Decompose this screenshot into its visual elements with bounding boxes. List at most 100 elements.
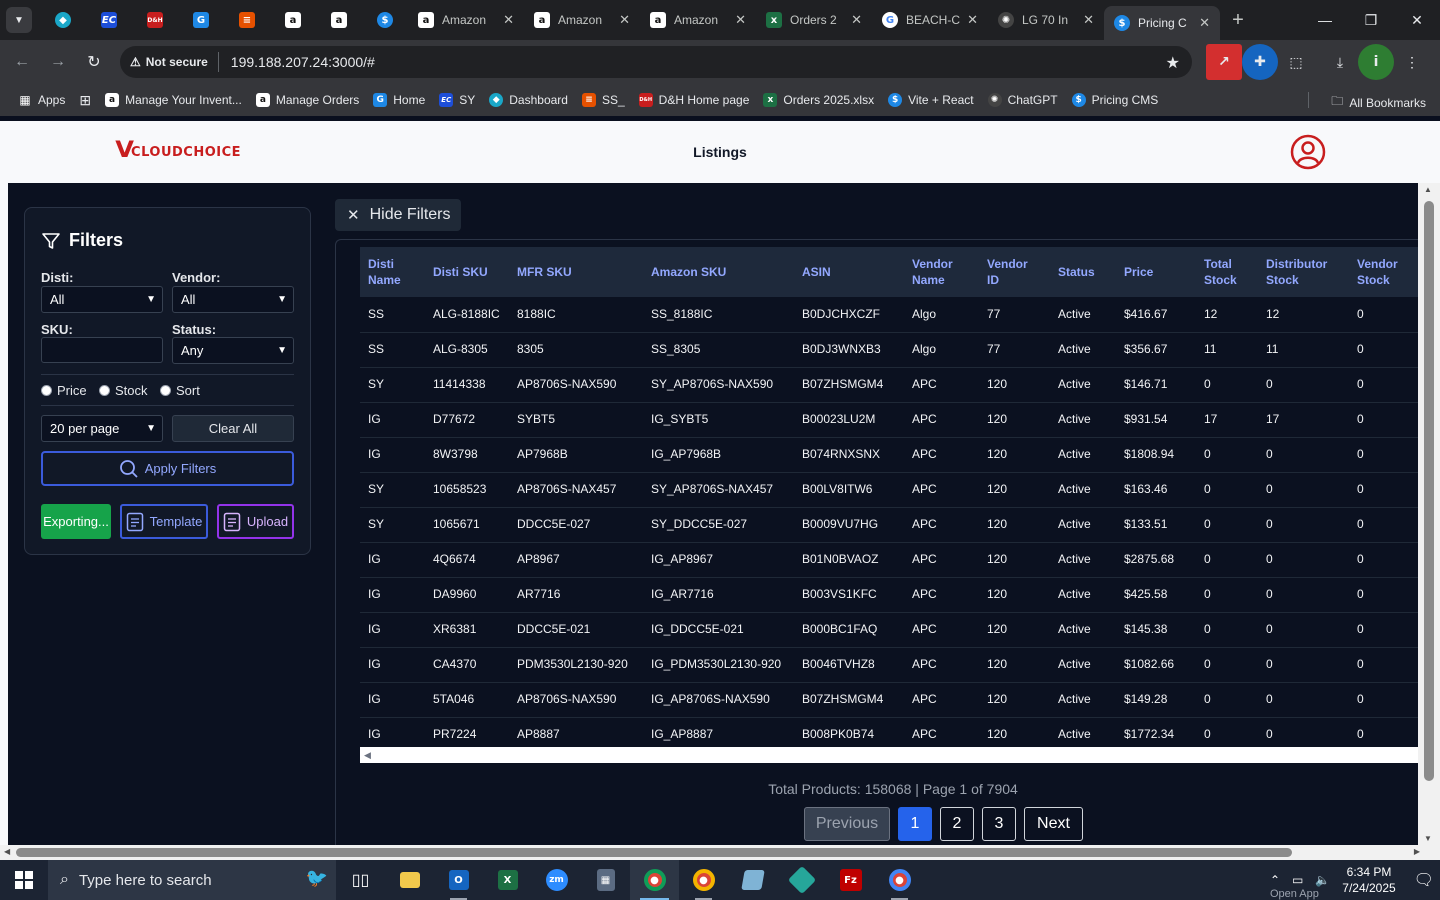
all-bookmarks[interactable]: 🗀 All Bookmarks: [1331, 92, 1426, 113]
security-indicator[interactable]: ⚠ Not secure: [130, 52, 219, 72]
chevron-up-icon[interactable]: ⌃: [1270, 873, 1280, 887]
volume-icon[interactable]: 🔈: [1315, 873, 1330, 887]
clear-all-button[interactable]: Clear All: [172, 415, 294, 442]
upload-button[interactable]: Upload: [217, 504, 294, 539]
browser-tab[interactable]: x Orders 2 ✕: [756, 0, 872, 40]
page-button-current[interactable]: 1: [898, 807, 932, 841]
table-horizontal-scrollbar[interactable]: ◀: [360, 747, 1425, 763]
close-icon[interactable]: ✕: [967, 12, 978, 28]
network-icon[interactable]: ▭: [1292, 873, 1303, 887]
browser-tab-active[interactable]: $ Pricing C ✕: [1104, 6, 1220, 40]
per-page-select[interactable]: 20 per page ▼: [41, 415, 163, 442]
chrome-app-icon[interactable]: ●: [875, 860, 924, 900]
close-icon[interactable]: ✕: [1199, 15, 1210, 31]
start-button[interactable]: [0, 860, 48, 900]
page-button[interactable]: 2: [940, 807, 974, 841]
bookmark-item[interactable]: x Orders 2025.xlsx: [763, 93, 874, 107]
pinned-tab[interactable]: a: [270, 0, 316, 40]
apply-filters-button[interactable]: Apply Filters: [41, 451, 294, 486]
reload-icon[interactable]: ↻: [76, 44, 112, 80]
puzzle-icon[interactable]: ⬚: [1278, 44, 1314, 80]
bookmark-item[interactable]: $ Pricing CMS: [1071, 93, 1158, 107]
table-row[interactable]: IG DA9960 AR7716 IG_AR7716 B003VS1KFC APC 120 A…: [360, 577, 1426, 612]
export-button[interactable]: Exporting...: [41, 504, 111, 539]
browser-tab[interactable]: ✺ LG 70 In ✕: [988, 0, 1104, 40]
taskbar-search[interactable]: ⌕ Type here to search 🐦: [48, 860, 336, 900]
scroll-right-icon[interactable]: ▶: [1414, 847, 1420, 856]
table-row[interactable]: SS ALG-8188IC 8188IC SS_8188IC B0DJCHXCZF Alg…: [360, 297, 1426, 332]
profile-icon[interactable]: i: [1358, 44, 1394, 80]
new-tab-icon[interactable]: +: [1220, 9, 1256, 32]
hide-filters-button[interactable]: ✕ Hide Filters: [335, 199, 461, 231]
table-row[interactable]: IG 5TA046 AP8706S-NAX590 IG_AP8706S-NAX590 B…: [360, 682, 1426, 717]
table-row[interactable]: IG PR7224 AP8887 IG_AP8887 B008PK0B74 APC 120 A…: [360, 717, 1426, 747]
bookmark-item[interactable]: ◆ Dashboard: [489, 93, 568, 107]
table-row[interactable]: IG 8W3798 AP7968B IG_AP7968B B074RNXSNX APC 12…: [360, 437, 1426, 472]
pinned-tab[interactable]: ≡: [224, 0, 270, 40]
close-icon[interactable]: ✕: [851, 12, 862, 28]
app-icon[interactable]: [728, 860, 777, 900]
browser-tab[interactable]: a Amazon ✕: [524, 0, 640, 40]
status-select[interactable]: Any ▼: [172, 337, 294, 364]
column-header[interactable]: Total Stock: [1196, 247, 1258, 297]
column-header[interactable]: Status: [1050, 247, 1116, 297]
column-header[interactable]: Vendor Stock: [1349, 247, 1426, 297]
page-horizontal-scrollbar[interactable]: ◀ ▶: [0, 845, 1440, 860]
close-icon[interactable]: ✕: [735, 12, 746, 28]
outlook-icon[interactable]: O: [434, 860, 483, 900]
scroll-left-icon[interactable]: ◀: [364, 750, 371, 761]
back-icon[interactable]: ←: [4, 44, 40, 80]
apps-launcher-icon[interactable]: ⊞: [79, 92, 91, 109]
page-vertical-scrollbar[interactable]: ▲ ▼: [1418, 183, 1440, 845]
column-header[interactable]: Price: [1116, 247, 1196, 297]
column-header[interactable]: Disti Name: [360, 247, 425, 297]
column-header[interactable]: Amazon SKU: [643, 247, 794, 297]
notification-icon[interactable]: 🗨: [1414, 870, 1434, 890]
browser-tab[interactable]: a Amazon ✕: [640, 0, 756, 40]
minimize-icon[interactable]: —: [1302, 0, 1348, 40]
excel-taskbar-icon[interactable]: X: [483, 860, 532, 900]
pinned-tab[interactable]: $: [362, 0, 408, 40]
restore-icon[interactable]: ❐: [1348, 0, 1394, 40]
template-button[interactable]: Template: [120, 504, 208, 539]
disti-select[interactable]: All ▼: [41, 286, 163, 313]
bookmark-item[interactable]: G Home: [373, 93, 425, 107]
download-icon[interactable]: ⤓: [1322, 44, 1358, 80]
extension-icon[interactable]: ✚: [1242, 44, 1278, 80]
url-text[interactable]: 199.188.207.24:3000/#: [231, 54, 375, 70]
zoom-icon[interactable]: zm: [532, 860, 581, 900]
address-bar[interactable]: ⚠ Not secure 199.188.207.24:3000/# ★: [120, 46, 1192, 78]
column-header[interactable]: Disti SKU: [425, 247, 509, 297]
chrome-profile-icon[interactable]: ●: [679, 860, 728, 900]
pinned-tab[interactable]: ◆: [40, 0, 86, 40]
browser-tab[interactable]: G BEACH-C ✕: [872, 0, 988, 40]
previous-page-button[interactable]: Previous: [804, 807, 890, 841]
calculator-icon[interactable]: ▦: [581, 860, 630, 900]
next-page-button[interactable]: Next: [1024, 807, 1083, 841]
bookmark-item[interactable]: ✺ ChatGPT: [987, 93, 1058, 107]
bookmark-star-icon[interactable]: ★: [1166, 53, 1180, 73]
bookmark-item[interactable]: a Manage Orders: [255, 93, 359, 107]
filezilla-icon[interactable]: Fz: [826, 860, 875, 900]
bookmark-apps[interactable]: ▦ Apps: [18, 93, 65, 107]
browser-tab[interactable]: a Amazon ✕: [408, 0, 524, 40]
sort-radio[interactable]: Sort: [160, 383, 200, 398]
sort-price-radio[interactable]: Price: [41, 383, 87, 398]
chrome-icon[interactable]: ●: [630, 860, 679, 900]
sort-stock-radio[interactable]: Stock: [99, 383, 148, 398]
close-icon[interactable]: ✕: [503, 12, 514, 28]
pinned-tab[interactable]: G: [178, 0, 224, 40]
table-row[interactable]: IG XR6381 DDCC5E-021 IG_DDCC5E-021 B000BC1FA…: [360, 612, 1426, 647]
app-icon[interactable]: [777, 860, 826, 900]
extension-icon[interactable]: ↗: [1206, 44, 1242, 80]
bookmark-item[interactable]: $ Vite + React: [888, 93, 974, 107]
table-row[interactable]: SY 10658523 AP8706S-NAX457 SY_AP8706S-NAX45…: [360, 472, 1426, 507]
table-row[interactable]: IG 4Q6674 AP8967 IG_AP8967 B01N0BVAOZ APC 120 A…: [360, 542, 1426, 577]
table-row[interactable]: IG D77672 SYBT5 IG_SYBT5 B00023LU2M APC 120 Act…: [360, 402, 1426, 437]
scroll-left-icon[interactable]: ◀: [4, 847, 10, 856]
close-icon[interactable]: ✕: [1083, 12, 1094, 28]
column-header[interactable]: Vendor Name: [904, 247, 979, 297]
vendor-select[interactable]: All ▼: [172, 286, 294, 313]
pinned-tab[interactable]: EC: [86, 0, 132, 40]
scrollbar-thumb[interactable]: [1424, 201, 1434, 781]
